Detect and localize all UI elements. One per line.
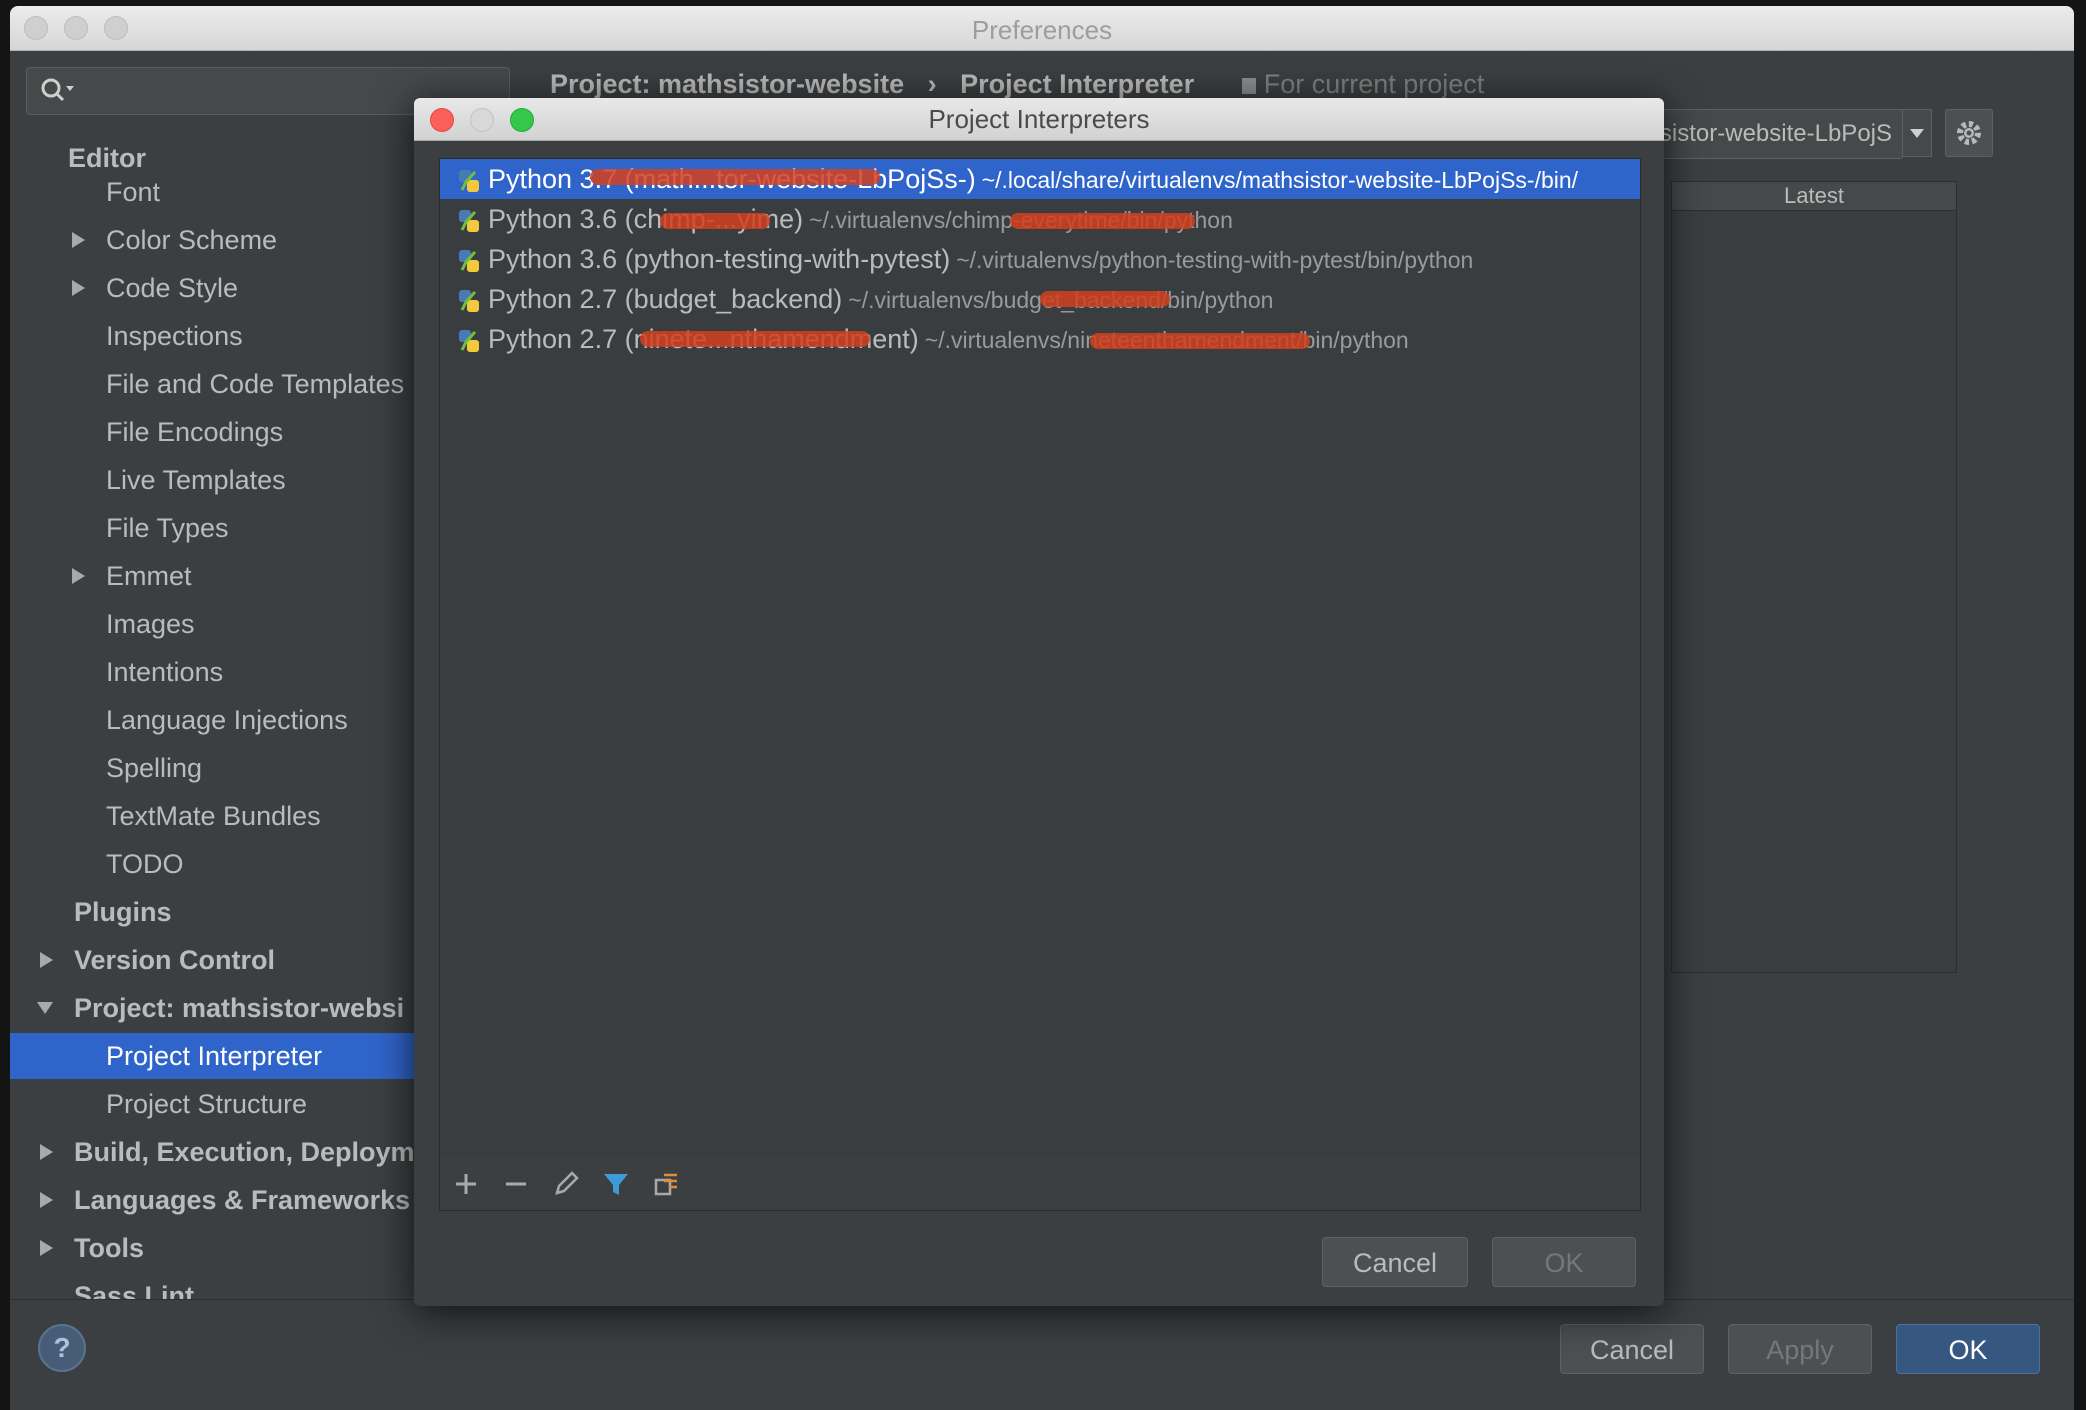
help-icon: ? [53,1332,71,1363]
show-paths-icon[interactable] [648,1166,684,1202]
breadcrumb-page: Project Interpreter [960,69,1195,99]
add-icon[interactable] [448,1166,484,1202]
interpreter-dropdown-button[interactable] [1902,109,1932,157]
scope-label: For current project [1241,69,1484,99]
filter-icon[interactable] [598,1166,634,1202]
cancel-button[interactable]: Cancel [1560,1324,1704,1374]
interpreter-row[interactable]: Python 3.6 (chimp-...yime)~/.virtualenvs… [440,199,1640,239]
python-icon [459,210,479,233]
python-icon [459,250,479,273]
preferences-footer: ? Cancel Apply OK [10,1299,2074,1410]
window-titlebar: Preferences [10,6,2074,51]
chevron-right-icon[interactable] [68,265,90,311]
interpreter-row[interactable]: Python 2.7 (ninete...nthamendment)~/.vir… [440,319,1640,359]
interpreter-settings-button[interactable] [1945,109,1993,157]
interpreter-name: Python 3.6 (python-testing-with-pytest) [488,244,951,274]
project-interpreters-dialog: Project Interpreters Python 3.7 (math...… [414,98,1664,1306]
chevron-right-icon[interactable] [36,1177,58,1223]
redaction-mark [1090,333,1310,349]
gear-icon [1957,121,1981,145]
breadcrumb-project[interactable]: Project: mathsistor-website [550,69,904,99]
chevron-right-icon[interactable] [36,1225,58,1271]
search-icon [41,78,74,102]
python-icon [459,290,479,313]
interpreter-select[interactable]: athsistor-website-LbPojS [1659,109,1903,159]
interpreter-path: ~/.local/share/virtualenvs/mathsistor-we… [981,167,1579,193]
redaction-mark [640,331,870,347]
python-icon [459,170,479,193]
interpreter-row[interactable]: Python 3.6 (python-testing-with-pytest) ~… [440,239,1640,279]
interpreter-toolbar [439,1158,1641,1211]
chevron-right-icon[interactable] [68,553,90,599]
window-title: Preferences [971,15,1113,45]
interpreter-name: Python 2.7 (budget_backend) [488,284,843,314]
help-button[interactable]: ? [38,1324,86,1372]
chevron-right-icon[interactable] [36,937,58,983]
interpreter-path: ~/.virtualenvs/python-testing-with-pytes… [956,247,1474,273]
python-icon [459,330,479,353]
ok-button[interactable]: OK [1896,1324,2040,1374]
chevron-down-icon[interactable] [34,985,56,1031]
dialog-ok-button[interactable]: OK [1492,1237,1636,1287]
interpreter-row[interactable]: Python 3.7 (math...tor-website-LbPojSs-)… [440,159,1640,199]
interpreter-list[interactable]: Python 3.7 (math...tor-website-LbPojSs-)… [439,158,1641,1160]
chevron-right-icon[interactable] [36,1129,58,1175]
edit-icon[interactable] [548,1166,584,1202]
interpreter-select-value: athsistor-website-LbPojS [1659,120,1892,147]
dialog-cancel-button[interactable]: Cancel [1322,1237,1468,1287]
remove-icon[interactable] [498,1166,534,1202]
chevron-right-icon[interactable] [68,217,90,263]
packages-column-latest[interactable]: Latest [1672,182,1956,211]
redaction-mark [1010,213,1195,229]
chevron-down-icon [1910,129,1924,138]
redaction-mark [1040,291,1170,307]
dialog-titlebar: Project Interpreters [414,98,1664,141]
breadcrumb-separator: › [927,69,937,99]
project-scope-icon [1241,77,1256,94]
interpreter-row[interactable]: Python 2.7 (budget_backend)~/.virtualenv… [440,279,1640,319]
breadcrumb: Project: mathsistor-website › Project In… [550,69,1484,100]
packages-table[interactable]: Latest [1671,181,1957,973]
redaction-mark [660,213,770,229]
settings-sidebar: Editor Font Color Scheme Code Style Insp… [10,51,526,1410]
apply-button[interactable]: Apply [1728,1324,1872,1374]
redaction-mark [590,169,880,185]
dialog-title: Project Interpreters [928,104,1150,134]
